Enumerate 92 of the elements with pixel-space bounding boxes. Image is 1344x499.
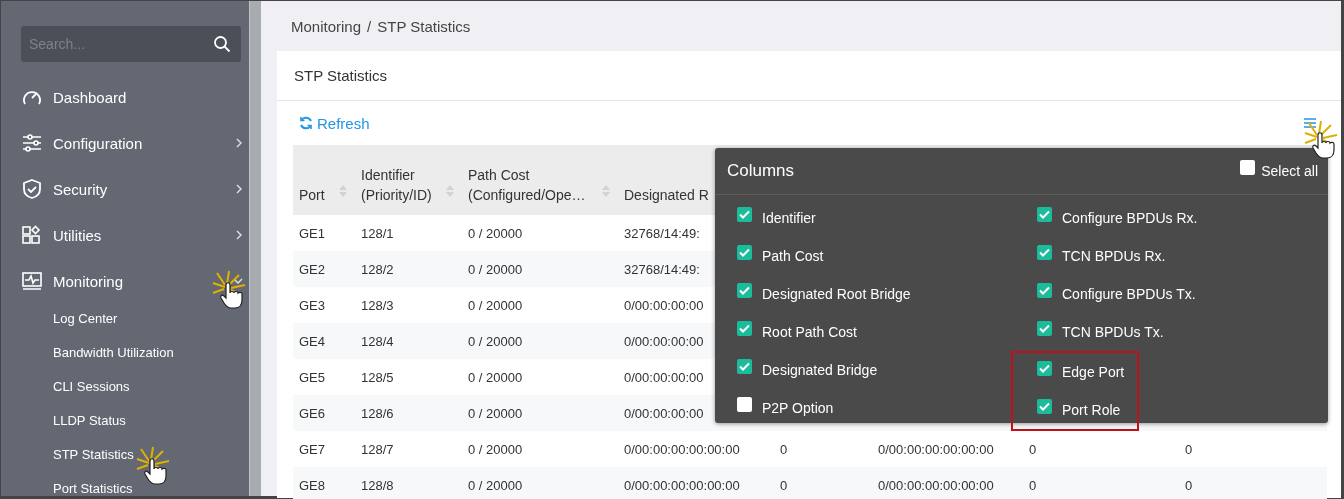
- nav-subitem[interactable]: Bandwidth Utilization: [53, 344, 174, 360]
- table-cell: 128/4: [361, 333, 394, 349]
- option-label[interactable]: Configure BPDUs Tx.: [1062, 286, 1196, 302]
- chevron-down-icon[interactable]: [233, 277, 243, 285]
- chevron-right-icon[interactable]: [235, 138, 243, 148]
- checkbox[interactable]: [737, 244, 752, 260]
- popup-title: Columns: [727, 161, 795, 181]
- checkbox[interactable]: [737, 206, 752, 222]
- scrollbar[interactable]: [249, 1, 261, 496]
- nav-item[interactable]: Security: [1, 166, 249, 212]
- option-label[interactable]: Identifier: [762, 210, 816, 226]
- nav-subitem[interactable]: CLI Sessions: [53, 378, 130, 394]
- table-cell: 0/00:00:00:00: [624, 405, 704, 421]
- table-cell: 0/00:00:00:00:00:00: [624, 441, 740, 457]
- checkbox[interactable]: [1240, 159, 1256, 175]
- table-cell: 0: [780, 441, 788, 457]
- table-cell: 0/00:00:00:00: [624, 297, 704, 313]
- checkbox[interactable]: [737, 358, 752, 374]
- option-label[interactable]: Designated Root Bridge: [762, 286, 911, 302]
- shield-check-icon: [21, 179, 43, 199]
- table-cell: 0/00:00:00:00: [624, 333, 704, 349]
- apps-icon: [21, 225, 43, 245]
- checkbox[interactable]: [1037, 360, 1052, 376]
- checkbox[interactable]: [1037, 398, 1052, 414]
- nav-subitem[interactable]: Port Statistics: [53, 480, 133, 496]
- checkbox[interactable]: [737, 282, 752, 298]
- sliders-icon: [21, 133, 43, 153]
- table-cell: 0: [1185, 441, 1193, 457]
- checkbox[interactable]: [737, 320, 752, 336]
- option-label[interactable]: Root Path Cost: [762, 324, 857, 340]
- table-cell: 128/7: [361, 441, 394, 457]
- breadcrumb-item[interactable]: Monitoring: [291, 17, 362, 35]
- option-label[interactable]: Designated Bridge: [762, 362, 878, 378]
- nav-subitem[interactable]: STP Statistics: [53, 446, 134, 462]
- nav-item[interactable]: Utilities: [1, 212, 249, 258]
- nav-item[interactable]: Dashboard: [1, 74, 249, 120]
- nav-subitem[interactable]: Log Center: [53, 310, 118, 326]
- table-cell: 0: [1185, 477, 1193, 493]
- table-cell: GE3: [299, 297, 325, 313]
- option-label[interactable]: P2P Option: [762, 400, 834, 416]
- table-cell: GE5: [299, 369, 325, 385]
- option-label[interactable]: Path Cost: [762, 248, 824, 264]
- table-cell: 0: [1029, 477, 1037, 493]
- option-label[interactable]: Port Role: [1062, 402, 1121, 418]
- table-cell: 0 / 20000: [468, 225, 523, 241]
- table-cell: 128/6: [361, 405, 394, 421]
- table-cell: GE4: [299, 333, 325, 349]
- table-cell: GE8: [299, 477, 325, 493]
- table-cell: GE6: [299, 405, 325, 421]
- table-cell: 0: [1029, 441, 1037, 457]
- nav-subitem[interactable]: LLDP Status: [53, 412, 126, 428]
- table-cell: 0/00:00:00:00: [624, 369, 704, 385]
- checkbox[interactable]: [1037, 206, 1052, 222]
- table-cell: 128/3: [361, 297, 394, 313]
- table-cell: 0 / 20000: [468, 405, 523, 421]
- checkbox[interactable]: [1037, 320, 1052, 336]
- chevron-right-icon[interactable]: [235, 230, 243, 240]
- checkbox[interactable]: [1037, 244, 1052, 260]
- table-cell: 128/5: [361, 369, 394, 385]
- table-cell: 0 / 20000: [468, 477, 523, 493]
- breadcrumb-separator: /: [367, 17, 372, 35]
- select-all-label[interactable]: Select all: [1261, 163, 1318, 179]
- table-cell: 0 / 20000: [468, 297, 523, 313]
- table-cell: GE7: [299, 441, 325, 457]
- chevron-right-icon[interactable]: [235, 184, 243, 194]
- table-cell: 0/00:00:00:00:00:00: [878, 441, 994, 457]
- option-label[interactable]: Edge Port: [1062, 364, 1125, 380]
- option-label[interactable]: Configure BPDUs Rx.: [1062, 210, 1198, 226]
- option-label[interactable]: TCN BPDUs Tx.: [1062, 324, 1164, 340]
- monitor-pulse-icon: [21, 271, 43, 291]
- search-icon: [213, 35, 231, 53]
- table-cell: 128/8: [361, 477, 394, 493]
- table-cell: GE2: [299, 261, 325, 277]
- table-cell: 0 / 20000: [468, 441, 523, 457]
- table-cell: 32768/14:49:: [624, 261, 700, 277]
- checkbox[interactable]: [1037, 282, 1052, 298]
- table-cell: 0 / 20000: [468, 333, 523, 349]
- table-cell: GE1: [299, 225, 325, 241]
- table-cell: 0/00:00:00:00:00:00: [878, 477, 994, 493]
- refresh-icon: [299, 116, 313, 130]
- option-label[interactable]: TCN BPDUs Rx.: [1062, 248, 1166, 264]
- table-cell: 0: [780, 477, 788, 493]
- breadcrumb-item: STP Statistics: [377, 17, 471, 35]
- table-cell: 128/2: [361, 261, 394, 277]
- table-cell: 0/00:00:00:00:00:00: [624, 477, 740, 493]
- table-cell: 128/1: [361, 225, 394, 241]
- table-cell: 0 / 20000: [468, 369, 523, 385]
- card-title: STP Statistics: [294, 67, 388, 84]
- table-cell: 32768/14:49:: [624, 225, 700, 241]
- table-cell: 0 / 20000: [468, 261, 523, 277]
- nav-item[interactable]: Configuration: [1, 120, 249, 166]
- checkbox[interactable]: [737, 396, 752, 412]
